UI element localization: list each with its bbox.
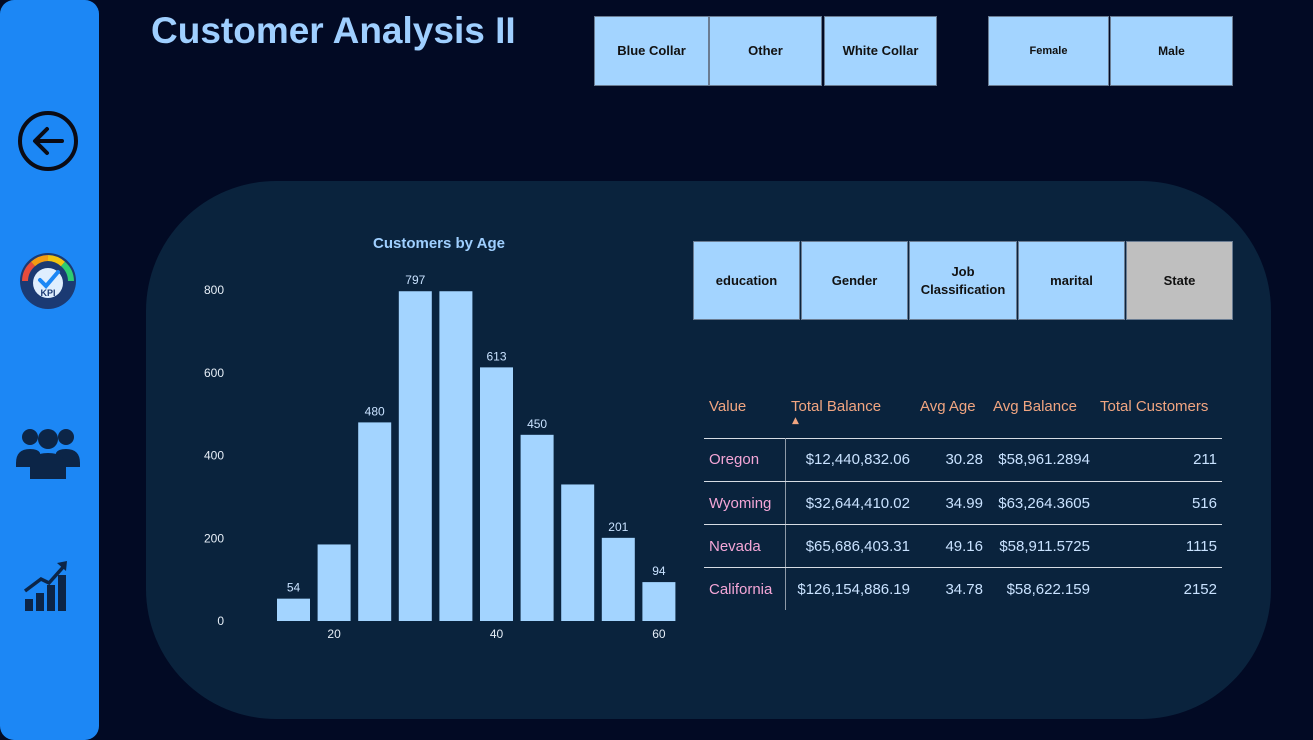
table-header-divider xyxy=(704,438,1222,439)
y-tick-label: 400 xyxy=(204,449,224,463)
field-gender-button[interactable]: Gender xyxy=(801,241,908,320)
age-bar xyxy=(439,291,473,621)
growth-chart-icon[interactable] xyxy=(14,551,82,619)
bar-data-label: 54 xyxy=(287,581,301,595)
column-header-avg-balance[interactable]: Avg Balance xyxy=(993,398,1077,415)
row-total-customers: 211 xyxy=(1193,451,1217,468)
column-header-avg-age[interactable]: Avg Age xyxy=(920,398,976,415)
slicer-white-collar-button[interactable]: White Collar xyxy=(824,16,937,86)
row-avg-balance: $58,622.159 xyxy=(1006,581,1090,598)
field-education-button[interactable]: education xyxy=(693,241,800,320)
y-tick-label: 0 xyxy=(217,614,224,628)
row-avg-age: 34.78 xyxy=(945,581,983,598)
row-state: California xyxy=(709,581,773,598)
row-state: Oregon xyxy=(709,451,760,468)
row-total-customers: 2152 xyxy=(1183,581,1217,598)
row-divider xyxy=(704,524,1222,525)
slicer-other-button[interactable]: Other xyxy=(709,16,822,86)
row-total-customers: 1115 xyxy=(1185,538,1217,555)
age-bar xyxy=(520,434,554,621)
row-avg-age: 30.28 xyxy=(945,451,983,468)
slicer-female-button[interactable]: Female xyxy=(988,16,1109,86)
row-total-customers: 516 xyxy=(1191,495,1217,512)
age-bar xyxy=(317,544,351,621)
age-bar xyxy=(277,598,310,621)
age-bar xyxy=(642,582,676,621)
row-divider xyxy=(704,567,1222,568)
row-total-balance: $126,154,886.19 xyxy=(797,581,910,598)
row-divider xyxy=(704,481,1222,482)
row-total-balance: $65,686,403.31 xyxy=(805,538,910,555)
y-tick-label: 200 xyxy=(204,531,224,545)
customers-by-age-chart: 0 200 400 600 800 20 40 60 54 480 797 613 450 201 94 xyxy=(204,273,676,641)
field-state-button[interactable]: State xyxy=(1126,241,1233,320)
x-tick-label: 40 xyxy=(490,627,504,641)
customers-group-icon[interactable] xyxy=(14,417,82,485)
age-bar xyxy=(601,537,635,621)
slicer-blue-collar-button[interactable]: Blue Collar xyxy=(594,16,709,86)
back-arrow-icon[interactable] xyxy=(14,107,82,175)
row-avg-balance: $63,264.3605 xyxy=(998,495,1090,512)
row-avg-age: 49.16 xyxy=(945,538,983,555)
bar-data-label: 480 xyxy=(365,404,385,418)
age-bar xyxy=(480,367,513,621)
age-bar xyxy=(561,484,595,621)
svg-text:KPI: KPI xyxy=(40,288,55,298)
row-avg-age: 34.99 xyxy=(945,495,983,512)
row-state: Wyoming xyxy=(709,495,772,512)
row-total-balance: $12,440,832.06 xyxy=(805,451,910,468)
bar-data-label: 613 xyxy=(486,349,506,363)
page-title: Customer Analysis II xyxy=(151,10,516,51)
x-tick-label: 60 xyxy=(652,627,666,641)
row-avg-balance: $58,911.5725 xyxy=(999,538,1090,555)
chart-title: Customers by Age xyxy=(373,235,505,252)
row-state: Nevada xyxy=(709,538,761,555)
age-bar xyxy=(398,291,432,621)
row-total-balance: $32,644,410.02 xyxy=(805,495,910,512)
bar-data-label: 450 xyxy=(527,417,547,431)
field-job-classification-button[interactable]: Job Classification xyxy=(909,241,1017,320)
column-header-total-balance[interactable]: Total Balance xyxy=(791,398,881,415)
age-bar xyxy=(358,422,392,621)
bar-data-label: 797 xyxy=(405,273,425,287)
slicer-male-button[interactable]: Male xyxy=(1110,16,1233,86)
y-tick-label: 600 xyxy=(204,366,224,380)
y-tick-label: 800 xyxy=(204,283,224,297)
bar-data-label: 201 xyxy=(608,520,628,534)
kpi-gauge-icon[interactable]: KPI xyxy=(14,247,82,315)
sidebar: KPI xyxy=(0,0,99,740)
x-tick-label: 20 xyxy=(327,627,341,641)
bar-data-label: 94 xyxy=(652,564,666,578)
row-avg-balance: $58,961.2894 xyxy=(998,451,1090,468)
field-marital-button[interactable]: marital xyxy=(1018,241,1125,320)
sort-ascending-icon: ▲ xyxy=(792,416,799,426)
column-header-value[interactable]: Value xyxy=(709,398,746,415)
column-header-total-customers[interactable]: Total Customers xyxy=(1100,398,1208,415)
